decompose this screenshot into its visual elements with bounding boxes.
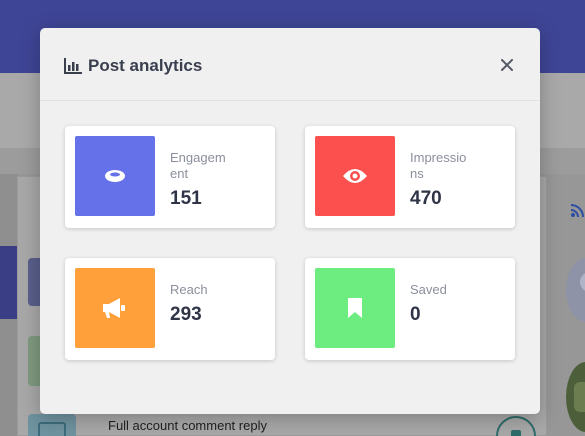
stat-text: Impressions 470 bbox=[410, 150, 515, 210]
list-item-title: Full account comment reply bbox=[108, 418, 267, 433]
bookmark-icon bbox=[348, 298, 362, 318]
post-analytics-modal: Post analytics Engagement 151 Impression… bbox=[40, 28, 540, 414]
stat-icon-tile bbox=[75, 136, 155, 216]
stat-label: Impressions bbox=[410, 150, 467, 181]
modal-title-group: Post analytics bbox=[64, 56, 202, 76]
stat-text: Engagement 151 bbox=[170, 150, 275, 210]
monitor-icon bbox=[38, 422, 66, 436]
stat-text: Reach 293 bbox=[170, 282, 275, 326]
close-button[interactable] bbox=[498, 56, 516, 74]
stat-card-reach: Reach 293 bbox=[65, 258, 275, 360]
stat-card-saved: Saved 0 bbox=[305, 258, 515, 360]
bar-chart-icon bbox=[64, 58, 82, 74]
modal-header: Post analytics bbox=[40, 28, 540, 101]
modal-title: Post analytics bbox=[88, 56, 203, 75]
stat-label: Reach bbox=[170, 282, 208, 297]
list-item-thumbnail bbox=[28, 414, 76, 436]
stat-label: Saved bbox=[410, 282, 447, 297]
ring-icon bbox=[105, 170, 125, 182]
close-icon bbox=[501, 59, 513, 71]
stat-value: 293 bbox=[170, 304, 202, 325]
stat-icon-tile bbox=[315, 136, 395, 216]
stat-card-engagement: Engagement 151 bbox=[65, 126, 275, 228]
stat-value: 151 bbox=[170, 188, 202, 209]
megaphone-icon bbox=[103, 298, 125, 318]
rss-icon bbox=[570, 204, 584, 218]
stat-icon-tile bbox=[75, 268, 155, 348]
stat-value: 470 bbox=[410, 188, 442, 209]
stat-label: Engagement bbox=[170, 150, 226, 181]
stat-text: Saved 0 bbox=[410, 282, 515, 326]
stat-icon-tile bbox=[315, 268, 395, 348]
trash-icon bbox=[511, 430, 521, 436]
stat-value: 0 bbox=[410, 304, 421, 325]
sidebar-active-item bbox=[0, 246, 17, 319]
eye-icon bbox=[343, 169, 367, 183]
stat-card-impressions: Impressions 470 bbox=[305, 126, 515, 228]
